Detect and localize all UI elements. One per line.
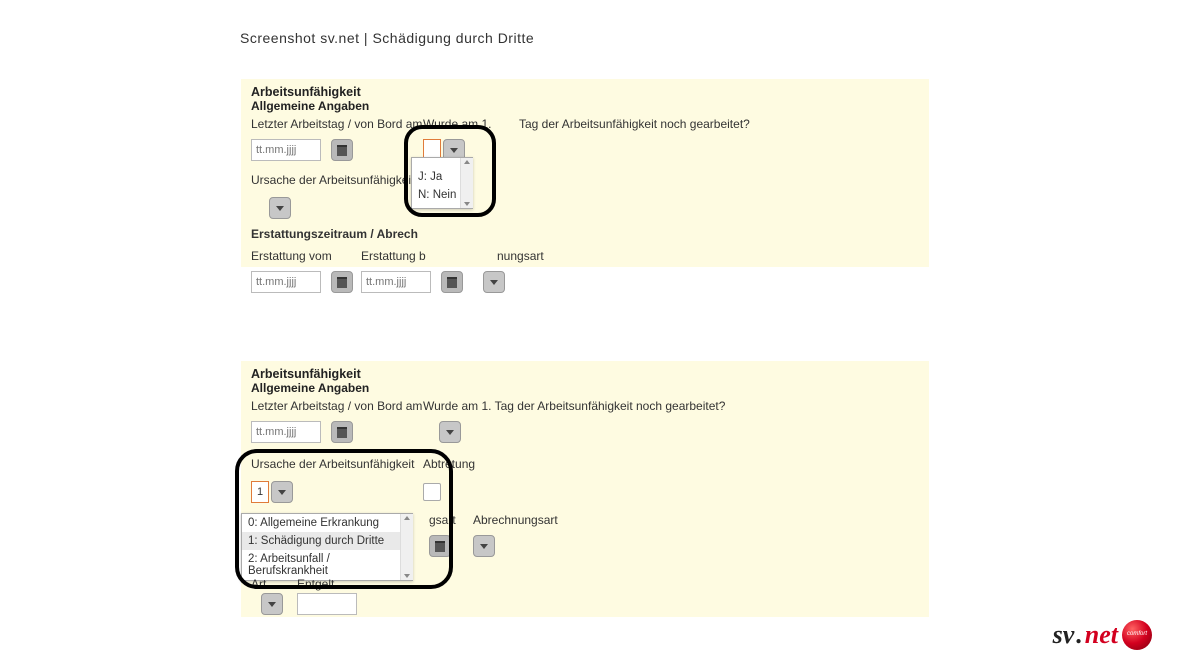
label-last-workday: Letzter Arbeitstag / von Bord am [251,117,422,131]
label-assignment: Abtretung [423,457,475,471]
input-last-workday-date[interactable] [251,421,321,443]
input-refund-to[interactable] [361,271,431,293]
scrollbar[interactable] [460,158,473,208]
calendar-icon[interactable] [331,421,353,443]
label-art: Art [251,577,266,591]
logo-text-sv: sv [1053,620,1075,650]
subsection-title: Allgemeine Angaben [251,381,919,395]
dropdown-option-0[interactable]: 0: Allgemeine Erkrankung [242,514,412,532]
dropdown-popup-worked-first-day: J: Ja N: Nein [411,157,473,209]
dropdown-toggle-art[interactable] [261,593,283,615]
section-title: Arbeitsunfähigkeit [251,85,919,99]
input-last-workday-date[interactable] [251,139,321,161]
dropdown-option-1[interactable]: 1: Schädigung durch Dritte [242,532,412,550]
label-cause: Ursache der Arbeitsunfähigkeit [251,457,414,471]
dropdown-toggle-cause[interactable] [269,197,291,219]
label-entgelt: Entgelt [297,577,334,591]
dropdown-toggle-billing[interactable] [483,271,505,293]
calendar-icon[interactable] [331,271,353,293]
subsection-title: Allgemeine Angaben [251,99,919,113]
dropdown-option-2[interactable]: 2: Arbeitsunfall / Berufskrankheit [242,550,412,580]
page-caption: Screenshot sv.net | Schädigung durch Dri… [240,30,534,46]
label-worked-first-day: Wurde am 1. Tag der Arbeitsunfähigkeit n… [423,399,725,413]
logo-text-net: net [1085,620,1118,650]
dropdown-toggle-cause[interactable] [271,481,293,503]
label-cause: Ursache der Arbeitsunfähigkeit [251,173,414,187]
svnet-logo: sv.net comfort [1053,620,1152,650]
input-cause-value[interactable] [251,481,269,503]
label-billing: Abrechnungsart [473,513,558,527]
calendar-icon[interactable] [429,535,451,557]
checkbox-assignment[interactable] [423,483,441,501]
label-last-workday: Letzter Arbeitstag / von Bord am [251,399,422,413]
panel-top: Arbeitsunfähigkeit Allgemeine Angaben Le… [240,78,930,268]
label-worked-first-day: Tag der Arbeitsunfähigkeit noch gearbeit… [519,117,750,131]
calendar-icon[interactable] [441,271,463,293]
logo-dot: . [1076,620,1083,650]
section-refund-title: Erstattungszeitraum / Abrech [251,227,418,241]
logo-badge-icon: comfort [1122,620,1152,650]
dropdown-popup-cause: 0: Allgemeine Erkrankung 1: Schädigung d… [241,513,413,581]
dropdown-toggle-billing[interactable] [473,535,495,557]
dropdown-toggle-worked-first-day[interactable] [439,421,461,443]
label-refund-to: Erstattung b [361,249,426,263]
panel-bottom: Arbeitsunfähigkeit Allgemeine Angaben Le… [240,360,930,618]
input-entgelt[interactable] [297,593,357,615]
label-refund-from: Erstattung vom [251,249,332,263]
label-gsart-suffix: gsart [429,513,456,527]
label-worked-first-day-prefix: Wurde am 1. [423,117,491,131]
scrollbar[interactable] [400,514,413,580]
logo-badge-text: comfort [1127,631,1147,637]
input-refund-from[interactable] [251,271,321,293]
section-title: Arbeitsunfähigkeit [251,367,919,381]
calendar-icon[interactable] [331,139,353,161]
label-billing-suffix: nungsart [497,249,544,263]
